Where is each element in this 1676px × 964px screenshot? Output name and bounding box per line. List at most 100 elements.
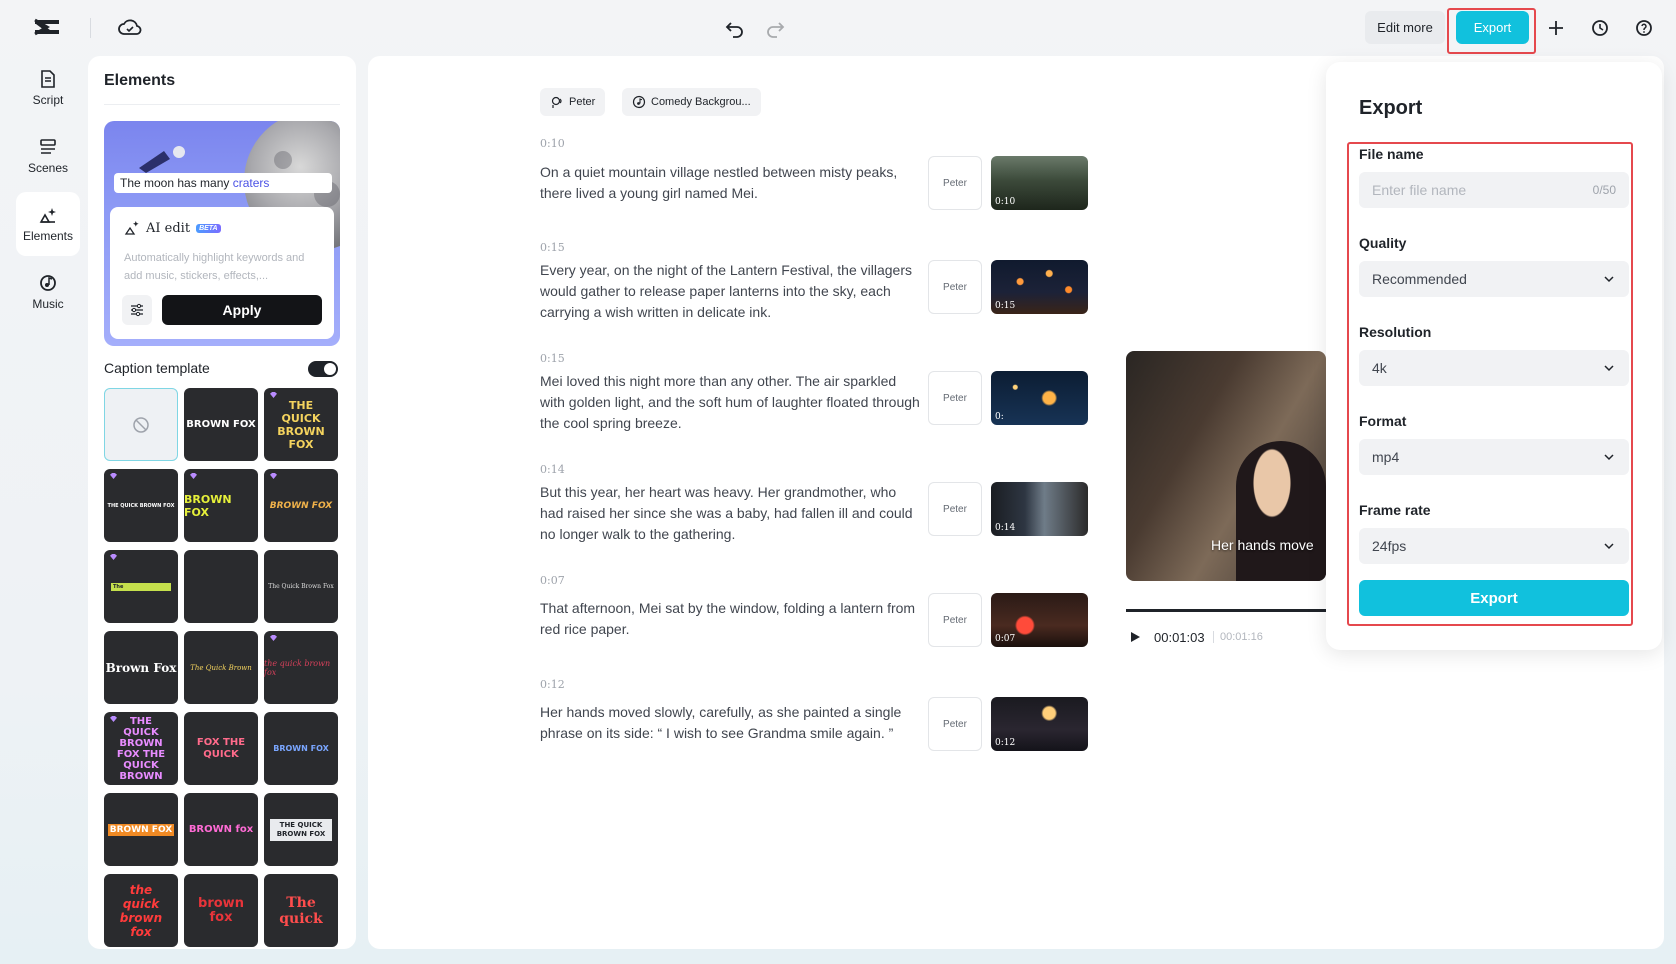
promo-caption-highlight: craters: [233, 176, 270, 190]
export-panel-title: Export: [1359, 97, 1422, 120]
ai-edit-promo: The moon has many craters AI edit BETA A…: [104, 121, 340, 346]
promo-caption-text: The moon has many: [120, 176, 229, 190]
segment-time: 0:10: [540, 137, 565, 150]
preview-caption: Her hands move: [1211, 537, 1314, 553]
music-note-icon: [632, 95, 646, 109]
template-tile[interactable]: BROWN FOX: [184, 388, 258, 461]
redo-icon[interactable]: [764, 17, 786, 39]
playback-progress-bar[interactable]: [1126, 609, 1326, 612]
plus-icon[interactable]: [1545, 17, 1567, 39]
export-button[interactable]: Export: [1456, 11, 1529, 44]
segment-thumbnail[interactable]: 0:12: [991, 697, 1088, 751]
template-tile[interactable]: BROWN FOX: [184, 469, 258, 542]
chevron-down-icon: [1602, 272, 1616, 286]
ai-edit-label: AI edit: [146, 221, 190, 236]
play-icon[interactable]: [1128, 630, 1142, 644]
frame-rate-label: Frame rate: [1359, 502, 1431, 518]
cloud-icon[interactable]: [118, 17, 142, 39]
segment-thumbnail[interactable]: 0:15: [991, 260, 1088, 314]
template-tile[interactable]: The: [104, 550, 178, 623]
nav-label: Elements: [23, 229, 73, 243]
edit-more-button[interactable]: Edit more: [1365, 11, 1445, 44]
segment-time: 0:07: [540, 574, 565, 587]
segment-time: 0:14: [540, 463, 565, 476]
file-name-count: 0/50: [1593, 183, 1616, 197]
template-tile[interactable]: THE QUICK BROWN FOX: [104, 469, 178, 542]
segment-text[interactable]: But this year, her heart was heavy. Her …: [540, 482, 920, 545]
video-preview[interactable]: Her hands move: [1126, 351, 1326, 581]
segment-voice-button[interactable]: Peter: [928, 482, 982, 536]
voice-icon: [550, 95, 564, 109]
file-name-field[interactable]: 0/50: [1359, 172, 1629, 208]
chevron-down-icon: [1602, 450, 1616, 464]
template-tile[interactable]: BROWN FOX: [104, 793, 178, 866]
template-tile[interactable]: [184, 550, 258, 623]
template-tile[interactable]: FOX THE QUICK: [184, 712, 258, 785]
template-tile[interactable]: BROWN FOX: [264, 712, 338, 785]
settings-button[interactable]: [122, 295, 152, 325]
segment-voice-button[interactable]: Peter: [928, 697, 982, 751]
template-tile[interactable]: BROWN FOX: [264, 469, 338, 542]
segment-voice-button[interactable]: Peter: [928, 593, 982, 647]
template-tile[interactable]: BROWN fox: [184, 793, 258, 866]
telescope-icon: [134, 143, 194, 173]
resolution-value: 4k: [1372, 360, 1387, 376]
undo-icon[interactable]: [724, 17, 746, 39]
help-icon[interactable]: [1633, 17, 1655, 39]
segment-text[interactable]: That afternoon, Mei sat by the window, f…: [540, 598, 920, 640]
caption-template-toggle[interactable]: [308, 361, 338, 377]
resolution-select[interactable]: 4k: [1359, 350, 1629, 386]
frame-rate-value: 24fps: [1372, 538, 1406, 554]
quality-label: Quality: [1359, 235, 1406, 251]
template-tile[interactable]: the quick brown fox: [264, 631, 338, 704]
segment-voice-button[interactable]: Peter: [928, 156, 982, 210]
nav-item-script[interactable]: Script: [16, 56, 80, 120]
segment-voice-button[interactable]: Peter: [928, 371, 982, 425]
template-none[interactable]: [104, 388, 178, 461]
template-tile[interactable]: Brown Fox: [104, 631, 178, 704]
quality-select[interactable]: Recommended: [1359, 261, 1629, 297]
nav-item-scenes[interactable]: Scenes: [16, 124, 80, 188]
template-tile[interactable]: THE QUICK BROWN FOX: [264, 793, 338, 866]
template-tile[interactable]: THE QUICK BROWN FOX THE QUICK BROWN: [104, 712, 178, 785]
chevron-down-icon: [1602, 361, 1616, 375]
segment-text[interactable]: Her hands moved slowly, carefully, as sh…: [540, 702, 920, 744]
segment-thumbnail[interactable]: 0:10: [991, 156, 1088, 210]
nav-label: Music: [32, 297, 63, 311]
segment-thumbnail[interactable]: 0:: [991, 371, 1088, 425]
ai-edit-card: AI edit BETA Automatically highlight key…: [110, 207, 334, 339]
apply-button[interactable]: Apply: [162, 295, 322, 325]
export-confirm-button[interactable]: Export: [1359, 580, 1629, 616]
nav-item-music[interactable]: Music: [16, 260, 80, 324]
voice-chip[interactable]: Peter: [540, 88, 605, 116]
segment-text[interactable]: On a quiet mountain village nestled betw…: [540, 162, 920, 204]
divider: [104, 104, 340, 105]
template-tile[interactable]: The Quick Brown Fox: [264, 550, 338, 623]
history-icon[interactable]: [1589, 17, 1611, 39]
resolution-label: Resolution: [1359, 324, 1431, 340]
segment-text[interactable]: Every year, on the night of the Lantern …: [540, 260, 920, 323]
template-tile[interactable]: the quick brown fox: [104, 874, 178, 947]
segment-time: 0:15: [540, 241, 565, 254]
template-tile[interactable]: THE QUICK BROWN FOX: [264, 388, 338, 461]
script-icon: [38, 69, 58, 89]
file-name-input[interactable]: [1372, 182, 1572, 198]
toolbar-separator: [90, 18, 91, 38]
template-tile[interactable]: The Quick Brown: [184, 631, 258, 704]
segment-text[interactable]: Mei loved this night more than any other…: [540, 371, 920, 434]
scenes-icon: [38, 137, 58, 157]
capcut-logo-icon[interactable]: [33, 16, 61, 38]
ban-icon: [132, 416, 150, 434]
segment-voice-button[interactable]: Peter: [928, 260, 982, 314]
time-separator: [1213, 631, 1214, 643]
elements-panel: Elements The moon has many craters AI ed…: [88, 56, 356, 949]
frame-rate-select[interactable]: 24fps: [1359, 528, 1629, 564]
segment-thumbnail[interactable]: 0:07: [991, 593, 1088, 647]
nav-item-elements[interactable]: Elements: [16, 192, 80, 256]
music-chip[interactable]: Comedy Backgrou...: [622, 88, 761, 116]
chevron-down-icon: [1602, 539, 1616, 553]
format-select[interactable]: mp4: [1359, 439, 1629, 475]
segment-thumbnail[interactable]: 0:14: [991, 482, 1088, 536]
template-tile[interactable]: brown fox: [184, 874, 258, 947]
template-tile[interactable]: The quick: [264, 874, 338, 947]
